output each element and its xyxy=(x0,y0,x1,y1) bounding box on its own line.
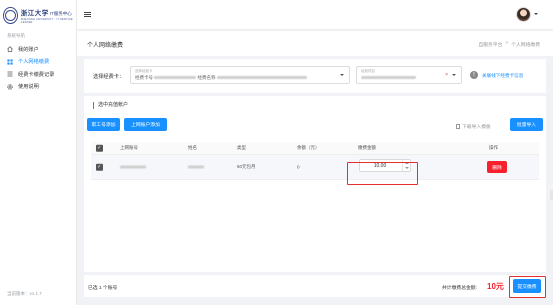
sidebar-item-my-account[interactable]: 我的账户 xyxy=(0,43,76,56)
highlight-frame xyxy=(509,276,546,298)
select-value: 经费卡号 xyxy=(135,75,153,80)
accounts-table: ✓ 上网账号 姓名 类型 余额（元） 缴费金额 操作 ✓ 50元包月 0 10.… xyxy=(91,142,539,180)
table-row: ✓ 50元包月 0 10.00 删除 xyxy=(91,155,539,180)
chevron-down-icon xyxy=(340,74,344,76)
page-title: 个人网络缴费 xyxy=(87,43,124,49)
university-seal-icon xyxy=(3,6,18,24)
cell-type: 50元包月 xyxy=(237,164,256,169)
add-by-staff-id-button[interactable]: 职工号添加 xyxy=(87,118,120,131)
info-icon: ! xyxy=(470,71,478,79)
top-header xyxy=(77,0,553,30)
selected-count: 已选 1 个账号 xyxy=(88,286,118,291)
clear-icon[interactable]: × xyxy=(445,72,448,78)
highlight-frame xyxy=(347,162,418,185)
avatar[interactable] xyxy=(516,7,531,22)
row-checkbox[interactable]: ✓ xyxy=(96,163,103,171)
nav-section-label: 系统导航 xyxy=(7,33,25,38)
breadcrumb-home[interactable]: 自服务平台 xyxy=(478,41,502,48)
sidebar-item-label: 个人网络缴费 xyxy=(18,59,50,66)
table-header: ✓ 上网账号 姓名 类型 余额（元） 缴费金额 操作 xyxy=(91,142,539,155)
sidebar: 浙江大学IT服务中心 ZHEJIANG UNIVERSITY · IT SERV… xyxy=(0,0,77,305)
download-template-link[interactable]: 下载导入模板 xyxy=(456,123,491,130)
card-select-label: 选择经费卡： xyxy=(93,74,125,80)
column-header-balance: 余额（元） xyxy=(297,145,320,150)
batch-import-button[interactable]: 批量导入 xyxy=(510,118,543,131)
select-placeholder: 选择经费卡 xyxy=(135,69,153,73)
sidebar-item-instructions[interactable]: 使用说明 xyxy=(0,81,76,94)
grid-icon xyxy=(7,59,13,65)
footer-bar: 已选 1 个账号 共计缴费总金额: 10元 提交缴费 xyxy=(84,275,546,297)
menu-toggle-icon[interactable] xyxy=(84,12,91,17)
logo-badge: IT服务中心 xyxy=(49,10,72,16)
column-header-action: 操作 xyxy=(489,145,498,150)
total-amount: 10元 xyxy=(487,282,504,291)
document-icon xyxy=(456,124,460,129)
logo: 浙江大学IT服务中心 ZHEJIANG UNIVERSITY · IT SERV… xyxy=(0,0,76,30)
breadcrumb-current: 个人网络缴费 xyxy=(511,43,540,48)
download-template-label: 下载导入模板 xyxy=(462,125,491,130)
logo-title: 浙江大学 xyxy=(20,8,49,17)
section-title: 选中充值帐户 xyxy=(93,102,128,109)
column-header-type: 类型 xyxy=(237,145,246,150)
select-all-checkbox[interactable]: ✓ xyxy=(96,144,103,152)
sidebar-item-network-payment[interactable]: 个人网络缴费 xyxy=(0,56,76,69)
select-value-suffix: 经费名称 xyxy=(197,75,216,80)
delete-button[interactable]: 删除 xyxy=(487,161,507,173)
breadcrumb-separator: > xyxy=(505,41,509,46)
project-select[interactable]: 经费项目 × xyxy=(356,66,462,84)
version-label: 当前版本：v1.1.7 xyxy=(7,291,42,296)
logo-subtitle: ZHEJIANG UNIVERSITY · IT SERVICE CENTER xyxy=(20,17,73,24)
chevron-down-icon[interactable] xyxy=(534,13,538,15)
cell-name xyxy=(188,165,204,170)
list-icon xyxy=(7,71,13,77)
link-offline-card[interactable]: 关联线下经费卡信息 xyxy=(482,73,523,79)
page-title-bar: 个人网络缴费 自服务平台 > 个人网络缴费 xyxy=(77,31,553,56)
chevron-down-icon xyxy=(452,74,456,76)
column-header-account: 上网账号 xyxy=(120,145,138,150)
home-icon xyxy=(7,46,13,52)
filter-card: 选择经费卡： 选择经费卡 经费卡号 经费名称 经费项目 × ! 关联线下经费卡信… xyxy=(84,59,546,93)
add-by-account-button[interactable]: 上网账户添加 xyxy=(124,118,167,131)
column-header-name: 姓名 xyxy=(188,145,197,150)
sidebar-item-label: 使用说明 xyxy=(18,84,39,91)
cell-account xyxy=(120,165,146,170)
total-label: 共计缴费总金额: xyxy=(442,286,477,291)
sidebar-item-payment-records[interactable]: 经费卡缴费记录 xyxy=(0,68,76,81)
recharge-accounts-card: 选中充值帐户 职工号添加 上网账户添加 下载导入模板 批量导入 ✓ 上网账号 姓… xyxy=(84,96,546,272)
sidebar-item-label: 经费卡缴费记录 xyxy=(18,71,55,78)
column-header-amount: 缴费金额 xyxy=(358,145,376,150)
cell-balance: 0 xyxy=(297,164,300,170)
funding-card-select[interactable]: 选择经费卡 经费卡号 经费名称 xyxy=(130,66,350,84)
select-placeholder: 经费项目 xyxy=(361,69,375,73)
breadcrumb: 自服务平台 > 个人网络缴费 xyxy=(478,41,540,48)
gear-icon xyxy=(7,83,13,90)
sidebar-item-label: 我的账户 xyxy=(18,46,39,53)
